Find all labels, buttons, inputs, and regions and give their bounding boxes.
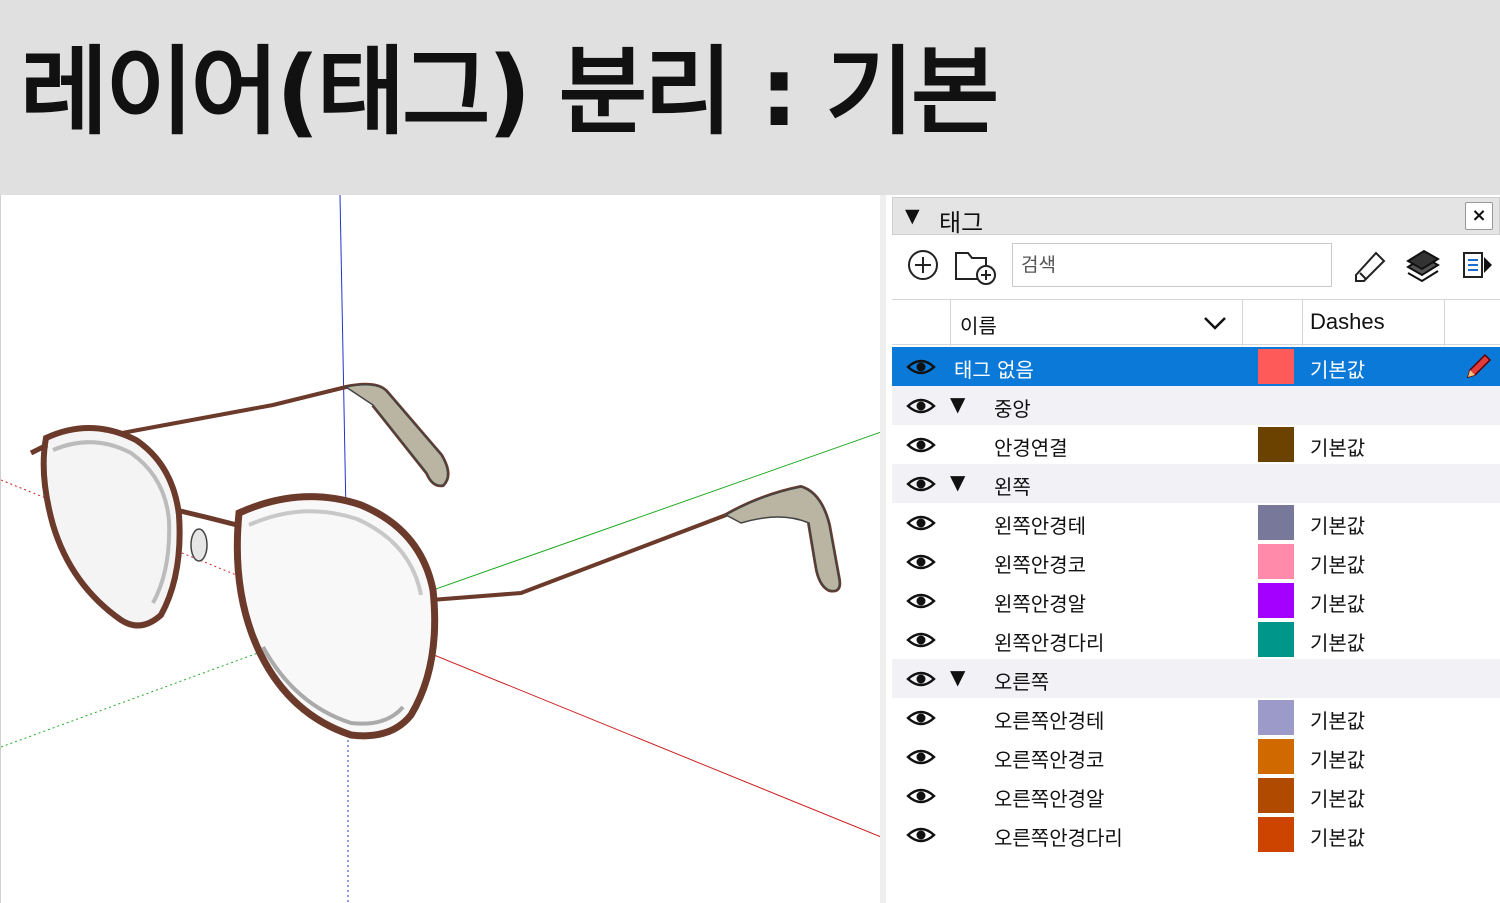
glasses-model-drawing bbox=[1, 195, 880, 903]
eye-icon[interactable] bbox=[906, 786, 936, 806]
eye-icon[interactable] bbox=[906, 630, 936, 650]
tag-name[interactable]: 왼쪽 bbox=[994, 471, 1031, 500]
search-input[interactable] bbox=[1012, 243, 1332, 287]
tag-color-swatch[interactable] bbox=[1258, 778, 1294, 813]
eye-icon[interactable] bbox=[906, 396, 936, 416]
tag-row[interactable]: 오른쪽안경테 기본값 bbox=[892, 698, 1500, 737]
tags-column-header: 이름 Dashes bbox=[892, 299, 1500, 346]
tag-color-swatch[interactable] bbox=[1258, 349, 1294, 384]
tag-name[interactable]: 왼쪽안경테 bbox=[994, 510, 1086, 539]
triangle-down-icon[interactable]: ▼ bbox=[950, 392, 965, 416]
tag-name[interactable]: 오른쪽안경코 bbox=[994, 744, 1104, 773]
tag-dashes[interactable]: 기본값 bbox=[1310, 783, 1365, 812]
color-by-tag-icon[interactable] bbox=[1404, 245, 1442, 285]
tag-color-swatch[interactable] bbox=[1258, 427, 1294, 462]
paint-bucket-icon[interactable] bbox=[1350, 245, 1388, 285]
tag-dashes[interactable]: 기본값 bbox=[1310, 627, 1365, 656]
details-icon[interactable] bbox=[1458, 245, 1496, 285]
right-lens bbox=[233, 493, 439, 740]
tag-row[interactable]: 오른쪽안경알 기본값 bbox=[892, 776, 1500, 815]
tag-row[interactable]: 태그 없음 기본값 bbox=[892, 347, 1500, 386]
column-dashes-header[interactable]: Dashes bbox=[1310, 309, 1385, 335]
column-name-header[interactable]: 이름 bbox=[960, 310, 997, 339]
tag-dashes[interactable]: 기본값 bbox=[1310, 822, 1365, 851]
add-folder-icon[interactable] bbox=[952, 245, 998, 285]
tag-name[interactable]: 왼쪽안경다리 bbox=[994, 627, 1104, 656]
panel-title: 태그 bbox=[939, 209, 984, 237]
tag-dashes[interactable]: 기본값 bbox=[1310, 588, 1365, 617]
left-lens bbox=[40, 425, 183, 629]
title-banner: 레이어(태그) 분리 : 기본 bbox=[0, 0, 1500, 195]
tag-folder-row[interactable]: ▼ 중앙 bbox=[892, 386, 1500, 425]
eye-icon[interactable] bbox=[906, 825, 936, 845]
tag-folder-row[interactable]: ▼ 왼쪽 bbox=[892, 464, 1500, 503]
tag-folder-row[interactable]: ▼ 오른쪽 bbox=[892, 659, 1500, 698]
close-button[interactable]: × bbox=[1465, 202, 1493, 230]
tag-name[interactable]: 오른쪽안경테 bbox=[994, 705, 1104, 734]
tag-color-swatch[interactable] bbox=[1258, 544, 1294, 579]
tag-row[interactable]: 왼쪽안경코 기본값 bbox=[892, 542, 1500, 581]
eye-icon[interactable] bbox=[906, 474, 936, 494]
tag-dashes[interactable]: 기본값 bbox=[1310, 510, 1365, 539]
tag-row[interactable]: 왼쪽안경테 기본값 bbox=[892, 503, 1500, 542]
chevron-down-icon[interactable] bbox=[1202, 310, 1228, 336]
add-tag-icon[interactable] bbox=[904, 245, 942, 285]
tag-name[interactable]: 태그 없음 bbox=[954, 354, 1034, 383]
tag-color-swatch[interactable] bbox=[1258, 700, 1294, 735]
model-viewport[interactable] bbox=[0, 195, 880, 903]
tags-toolbar bbox=[892, 237, 1500, 295]
tag-dashes[interactable]: 기본값 bbox=[1310, 549, 1365, 578]
tag-dashes[interactable]: 기본값 bbox=[1310, 354, 1365, 383]
eye-icon[interactable] bbox=[906, 669, 936, 689]
triangle-down-icon[interactable]: ▼ bbox=[950, 665, 965, 689]
eye-icon[interactable] bbox=[906, 552, 936, 572]
tag-row[interactable]: 왼쪽안경다리 기본값 bbox=[892, 620, 1500, 659]
eye-icon[interactable] bbox=[906, 708, 936, 728]
tag-row[interactable]: 왼쪽안경알 기본값 bbox=[892, 581, 1500, 620]
tag-row[interactable]: 오른쪽안경다리 기본값 bbox=[892, 815, 1500, 854]
tags-panel: ▼ 태그 × 검색 이름 Dashes 태그 없음 기본값 ▼ 중앙 안경연결 … bbox=[880, 195, 1500, 903]
triangle-down-icon[interactable]: ▼ bbox=[905, 205, 920, 227]
tag-name[interactable]: 오른쪽안경다리 bbox=[994, 822, 1123, 851]
tag-dashes[interactable]: 기본값 bbox=[1310, 744, 1365, 773]
tag-color-swatch[interactable] bbox=[1258, 739, 1294, 774]
tag-color-swatch[interactable] bbox=[1258, 817, 1294, 852]
triangle-down-icon[interactable]: ▼ bbox=[950, 470, 965, 494]
tag-name[interactable]: 안경연결 bbox=[994, 432, 1068, 461]
page-title: 레이어(태그) 분리 : 기본 bbox=[20, 36, 999, 148]
tag-name[interactable]: 오른쪽 bbox=[994, 666, 1049, 695]
tag-color-swatch[interactable] bbox=[1258, 505, 1294, 540]
bridge bbox=[175, 507, 238, 528]
tags-list: 태그 없음 기본값 ▼ 중앙 안경연결 기본값 ▼ 왼쪽 왼쪽안경테 기본값 왼쪽안경코 기… bbox=[892, 347, 1500, 854]
tag-dashes[interactable]: 기본값 bbox=[1310, 705, 1365, 734]
tag-row[interactable]: 오른쪽안경코 기본값 bbox=[892, 737, 1500, 776]
panel-header[interactable]: ▼ 태그 × bbox=[892, 197, 1500, 237]
tag-color-swatch[interactable] bbox=[1258, 622, 1294, 657]
eye-icon[interactable] bbox=[906, 591, 936, 611]
tag-name[interactable]: 왼쪽안경알 bbox=[994, 588, 1086, 617]
eye-icon[interactable] bbox=[906, 435, 936, 455]
eye-icon[interactable] bbox=[906, 747, 936, 767]
tag-dashes[interactable]: 기본값 bbox=[1310, 432, 1365, 461]
pencil-icon[interactable] bbox=[1464, 353, 1492, 381]
eye-icon[interactable] bbox=[906, 513, 936, 533]
tag-name[interactable]: 왼쪽안경코 bbox=[994, 549, 1086, 578]
tag-name[interactable]: 오른쪽안경알 bbox=[994, 783, 1104, 812]
left-nose-pad bbox=[190, 528, 208, 562]
tag-name[interactable]: 중앙 bbox=[994, 393, 1031, 422]
far-temple-tip bbox=[344, 384, 449, 486]
tag-row[interactable]: 안경연결 기본값 bbox=[892, 425, 1500, 464]
tag-color-swatch[interactable] bbox=[1258, 583, 1294, 618]
eye-icon[interactable] bbox=[906, 357, 936, 377]
